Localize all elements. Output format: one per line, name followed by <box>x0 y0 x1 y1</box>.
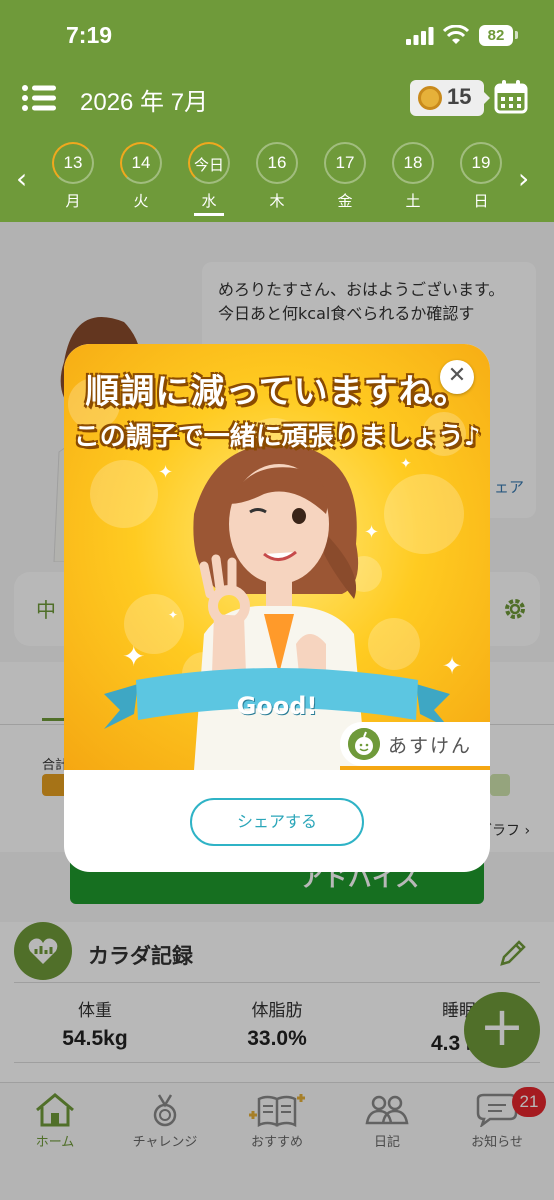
brand-underline <box>340 766 490 770</box>
weekday-label: 土 <box>405 192 421 210</box>
calendar-icon[interactable] <box>494 80 528 114</box>
popup-title: 順調に減っていますね。 <box>85 372 469 412</box>
share-button[interactable]: シェアする <box>190 798 364 846</box>
day-number: 16 <box>267 153 287 172</box>
day-number: 14 <box>131 153 151 172</box>
app-header: 2026 年 7月 15 ‹ › 13 月 14 火 今日 水 16 木 17 … <box>0 76 554 222</box>
sparkle: ✦ <box>364 522 380 543</box>
weekday-label: 木 <box>269 192 285 210</box>
next-week-arrow[interactable]: › <box>518 162 529 195</box>
month-title[interactable]: 2026 年 7月 <box>80 82 208 117</box>
medal-pointer <box>484 92 490 104</box>
day-number: 18 <box>403 153 423 172</box>
sparkle: ✦ <box>122 640 146 673</box>
battery-icon <box>515 31 518 39</box>
day-16[interactable]: 16 木 <box>253 142 301 211</box>
day-number: 13 <box>63 153 83 172</box>
sparkle: ✦ <box>400 456 412 472</box>
menu-icon[interactable] <box>22 85 56 111</box>
medal-icon <box>418 86 442 110</box>
day-number: 19 <box>471 153 491 172</box>
popup-subtitle: この調子で一緒に頑張りましょう♪ <box>73 422 481 452</box>
day-number: 17 <box>335 153 355 172</box>
brand-tag: あすけん <box>340 722 490 766</box>
asken-logo-icon <box>348 728 380 760</box>
ribbon-label: Good! <box>236 692 318 720</box>
sparkle: ✦ <box>442 652 463 680</box>
selected-day-indicator <box>194 213 224 216</box>
weekday-label: 月 <box>65 192 81 210</box>
weekday-label: 金 <box>337 192 353 210</box>
day-19[interactable]: 19 日 <box>457 142 505 211</box>
wifi-icon <box>443 25 469 44</box>
medal-count: 15 <box>447 84 472 109</box>
day-17[interactable]: 17 金 <box>321 142 369 211</box>
weekday-label: 日 <box>473 192 489 210</box>
achievement-popup: ✦ ✦ ✦ ✦ ✦ ✦ 順調に減っていますね。 この調子で一緒に頑張りましょう♪… <box>64 344 490 872</box>
medal-counter[interactable]: 15 <box>410 80 484 116</box>
signal-icon <box>406 27 434 45</box>
close-icon[interactable]: ✕ <box>440 360 474 394</box>
weekday-label: 水 <box>201 192 217 210</box>
day-number: 今日 <box>193 157 224 174</box>
day-14[interactable]: 14 火 <box>117 142 165 211</box>
weekday-label: 火 <box>133 192 149 210</box>
status-bar: 7:19 82 <box>0 0 554 76</box>
day-18[interactable]: 18 土 <box>389 142 437 211</box>
popup-illustration: ✦ ✦ ✦ ✦ ✦ ✦ 順調に減っていますね。 この調子で一緒に頑張りましょう♪… <box>64 344 490 770</box>
day-13[interactable]: 13 月 <box>49 142 97 211</box>
battery-level: 82 <box>479 25 513 46</box>
brand-name: あすけん <box>388 735 473 757</box>
prev-week-arrow[interactable]: ‹ <box>16 162 27 195</box>
status-time: 7:19 <box>66 22 113 48</box>
sparkle: ✦ <box>168 608 179 622</box>
day-today[interactable]: 今日 水 <box>185 142 233 216</box>
sparkle: ✦ <box>158 462 174 483</box>
